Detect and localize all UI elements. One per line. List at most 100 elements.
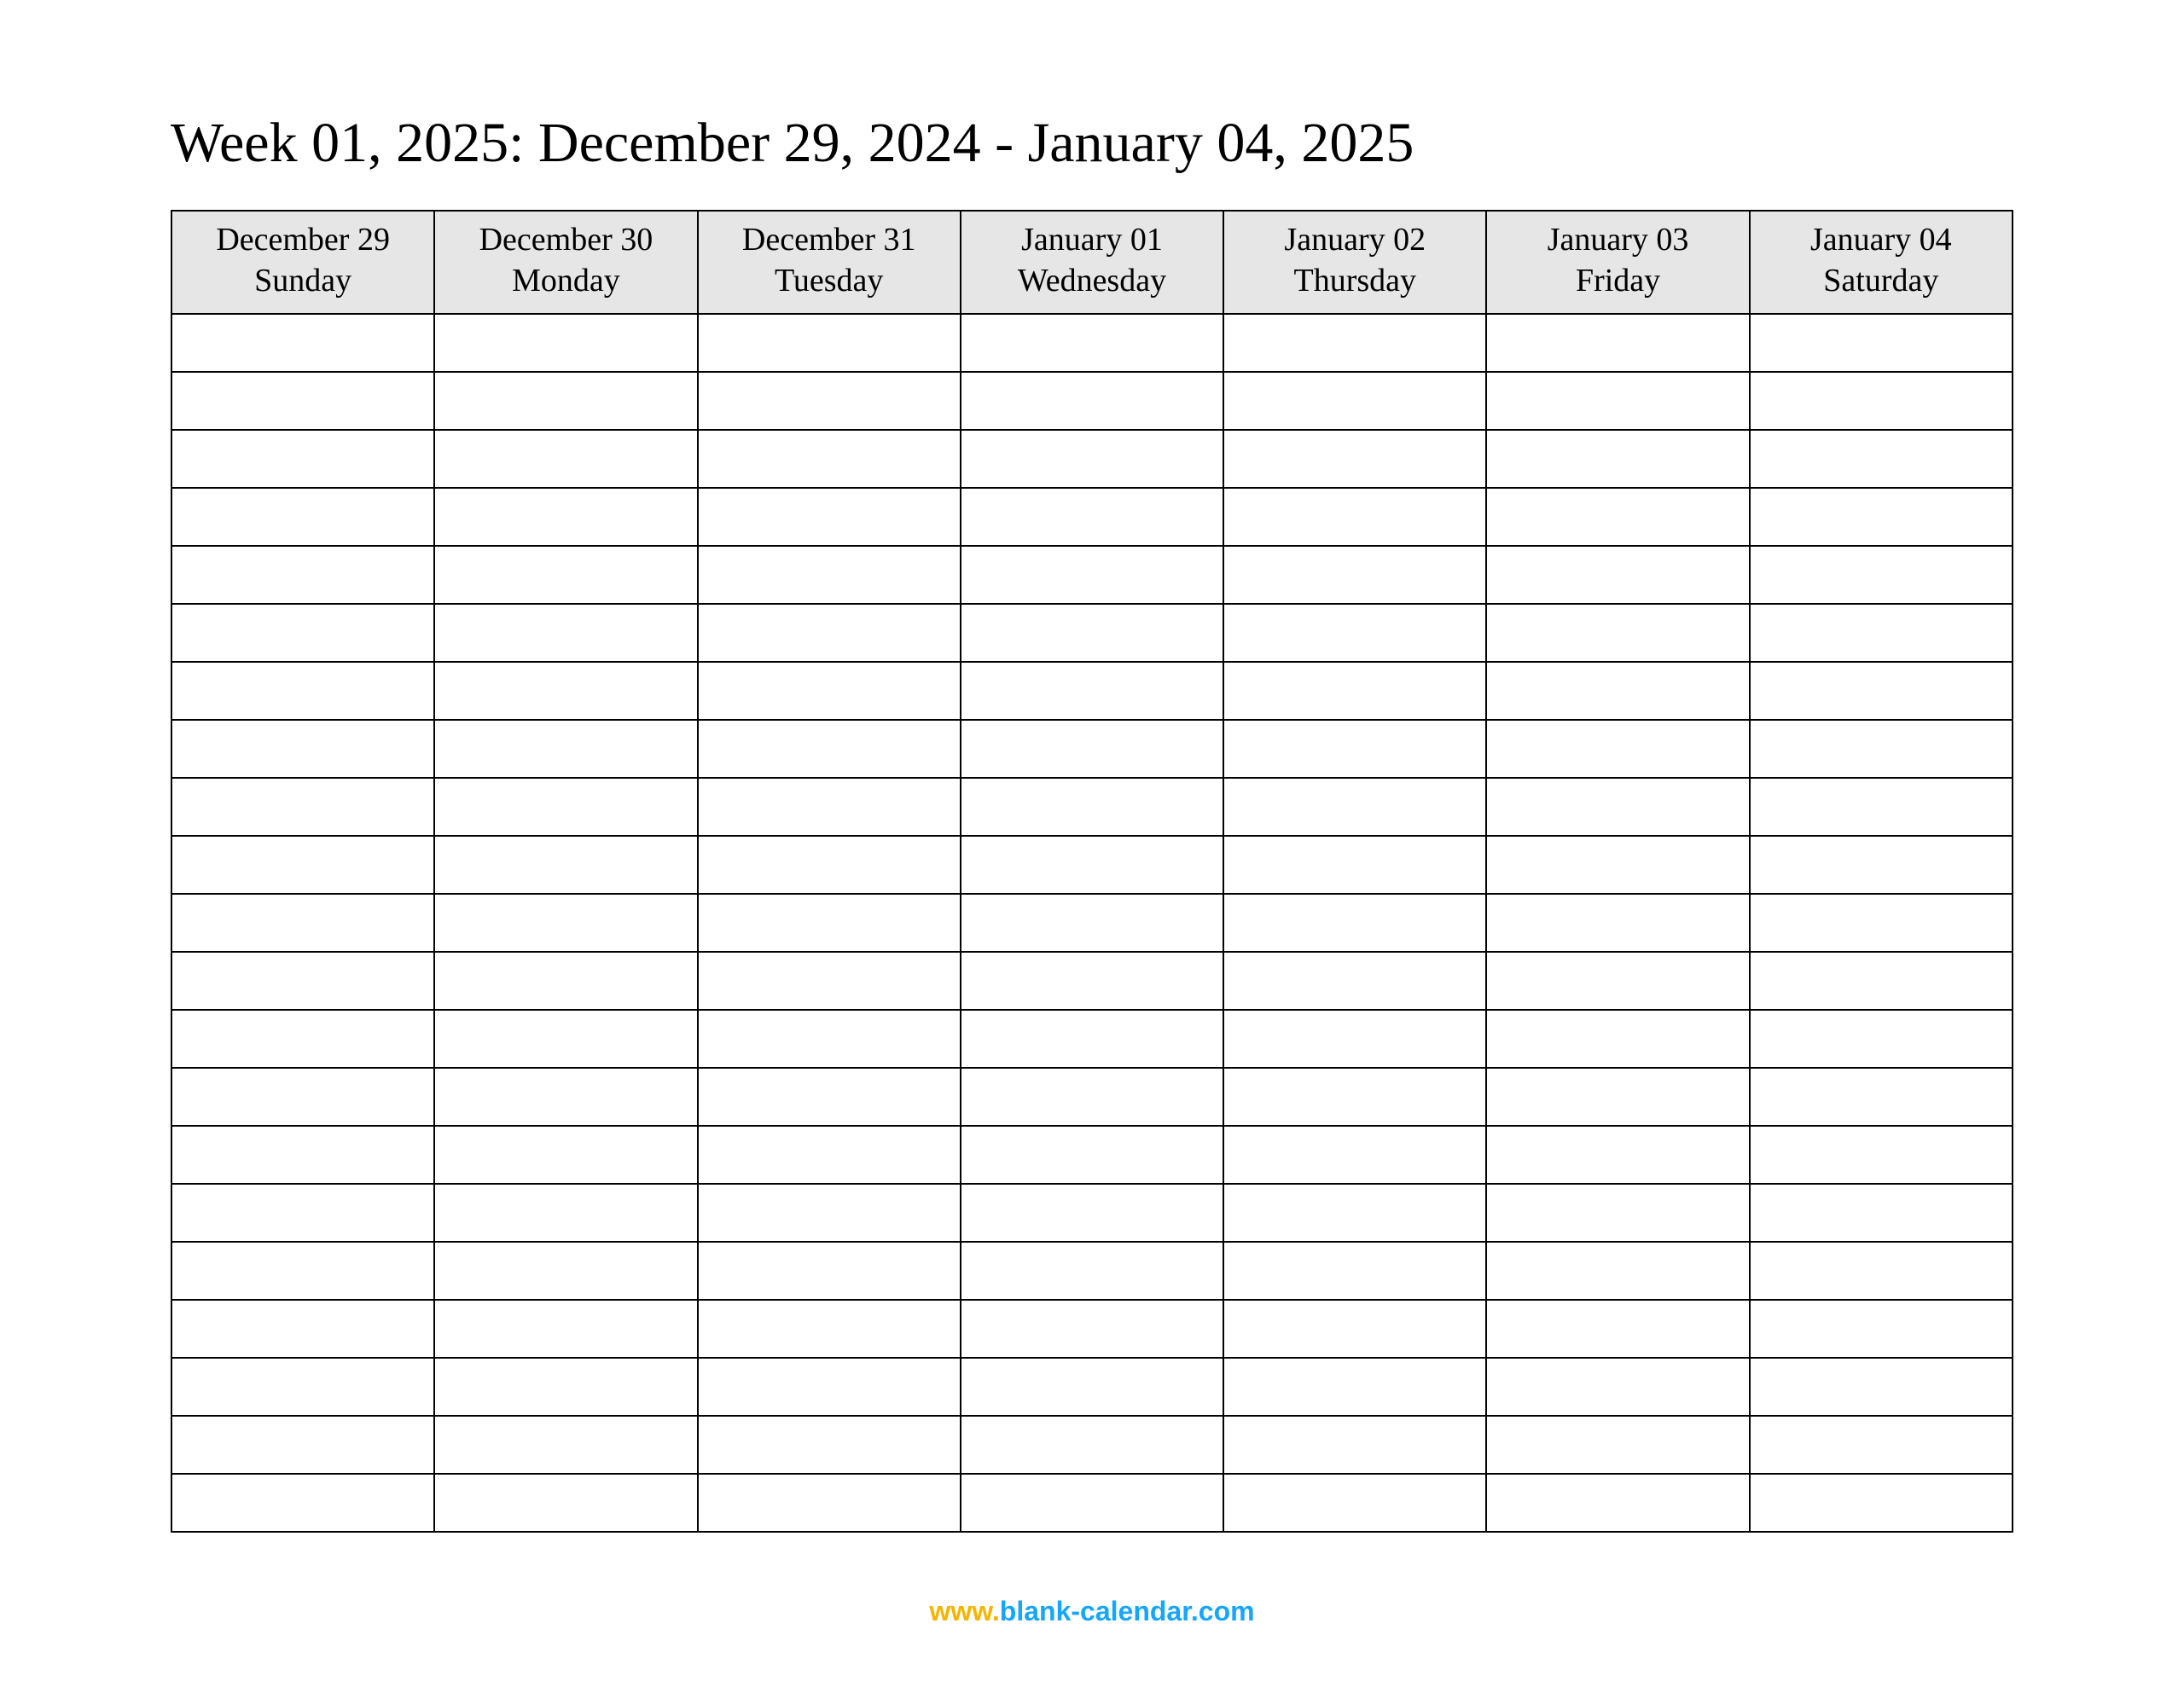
calendar-cell[interactable] [961,430,1223,488]
calendar-cell[interactable] [1223,894,1486,952]
calendar-cell[interactable] [171,604,434,662]
calendar-cell[interactable] [961,836,1223,894]
calendar-cell[interactable] [1486,720,1749,778]
calendar-cell[interactable] [171,1068,434,1126]
calendar-cell[interactable] [434,836,697,894]
calendar-cell[interactable] [1223,546,1486,604]
calendar-cell[interactable] [698,1358,961,1416]
calendar-cell[interactable] [961,720,1223,778]
calendar-cell[interactable] [434,546,697,604]
calendar-cell[interactable] [434,372,697,430]
calendar-cell[interactable] [961,546,1223,604]
calendar-cell[interactable] [434,430,697,488]
calendar-cell[interactable] [1750,430,2013,488]
calendar-cell[interactable] [1486,662,1749,720]
calendar-cell[interactable] [171,720,434,778]
calendar-cell[interactable] [434,1416,697,1474]
calendar-cell[interactable] [698,546,961,604]
calendar-cell[interactable] [171,546,434,604]
calendar-cell[interactable] [961,314,1223,372]
calendar-cell[interactable] [1223,488,1486,546]
calendar-cell[interactable] [1223,1068,1486,1126]
calendar-cell[interactable] [1486,778,1749,836]
calendar-cell[interactable] [1223,372,1486,430]
calendar-cell[interactable] [1223,314,1486,372]
calendar-cell[interactable] [1750,778,2013,836]
calendar-cell[interactable] [1750,546,2013,604]
calendar-cell[interactable] [434,1126,697,1184]
calendar-cell[interactable] [961,604,1223,662]
calendar-cell[interactable] [1486,1126,1749,1184]
calendar-cell[interactable] [698,1474,961,1532]
calendar-cell[interactable] [171,1300,434,1358]
calendar-cell[interactable] [698,1416,961,1474]
calendar-cell[interactable] [698,952,961,1010]
calendar-cell[interactable] [961,952,1223,1010]
calendar-cell[interactable] [434,488,697,546]
calendar-cell[interactable] [1223,1300,1486,1358]
calendar-cell[interactable] [698,720,961,778]
calendar-cell[interactable] [171,1126,434,1184]
calendar-cell[interactable] [698,1126,961,1184]
calendar-cell[interactable] [171,1416,434,1474]
footer-link[interactable]: www.blank-calendar.com [0,1596,2184,1627]
calendar-cell[interactable] [1750,1010,2013,1068]
calendar-cell[interactable] [1750,604,2013,662]
calendar-cell[interactable] [1223,430,1486,488]
calendar-cell[interactable] [434,604,697,662]
calendar-cell[interactable] [434,1184,697,1242]
calendar-cell[interactable] [1223,836,1486,894]
calendar-cell[interactable] [1486,1068,1749,1126]
calendar-cell[interactable] [434,952,697,1010]
calendar-cell[interactable] [1750,720,2013,778]
calendar-cell[interactable] [961,1358,1223,1416]
calendar-cell[interactable] [961,1242,1223,1300]
calendar-cell[interactable] [1486,604,1749,662]
calendar-cell[interactable] [698,778,961,836]
calendar-cell[interactable] [698,1300,961,1358]
calendar-cell[interactable] [171,372,434,430]
calendar-cell[interactable] [1750,1184,2013,1242]
calendar-cell[interactable] [1486,1416,1749,1474]
calendar-cell[interactable] [961,1416,1223,1474]
calendar-cell[interactable] [1750,1358,2013,1416]
calendar-cell[interactable] [1750,1416,2013,1474]
calendar-cell[interactable] [698,488,961,546]
calendar-cell[interactable] [434,1300,697,1358]
calendar-cell[interactable] [961,1126,1223,1184]
calendar-cell[interactable] [1486,836,1749,894]
calendar-cell[interactable] [1750,1126,2013,1184]
calendar-cell[interactable] [171,952,434,1010]
calendar-cell[interactable] [1486,372,1749,430]
calendar-cell[interactable] [1223,720,1486,778]
calendar-cell[interactable] [961,662,1223,720]
calendar-cell[interactable] [1223,604,1486,662]
calendar-cell[interactable] [961,372,1223,430]
calendar-cell[interactable] [434,1010,697,1068]
calendar-cell[interactable] [1750,662,2013,720]
calendar-cell[interactable] [171,430,434,488]
calendar-cell[interactable] [434,1242,697,1300]
calendar-cell[interactable] [1486,314,1749,372]
calendar-cell[interactable] [434,1068,697,1126]
calendar-cell[interactable] [1750,894,2013,952]
calendar-cell[interactable] [698,1010,961,1068]
calendar-cell[interactable] [1486,894,1749,952]
calendar-cell[interactable] [698,604,961,662]
calendar-cell[interactable] [434,314,697,372]
calendar-cell[interactable] [1486,1300,1749,1358]
calendar-cell[interactable] [171,1184,434,1242]
calendar-cell[interactable] [1223,1358,1486,1416]
calendar-cell[interactable] [698,1242,961,1300]
calendar-cell[interactable] [1223,1242,1486,1300]
calendar-cell[interactable] [171,778,434,836]
calendar-cell[interactable] [1223,1010,1486,1068]
calendar-cell[interactable] [434,1474,697,1532]
calendar-cell[interactable] [1750,1068,2013,1126]
calendar-cell[interactable] [698,372,961,430]
calendar-cell[interactable] [698,430,961,488]
calendar-cell[interactable] [434,894,697,952]
calendar-cell[interactable] [1486,488,1749,546]
calendar-cell[interactable] [961,488,1223,546]
calendar-cell[interactable] [961,1068,1223,1126]
